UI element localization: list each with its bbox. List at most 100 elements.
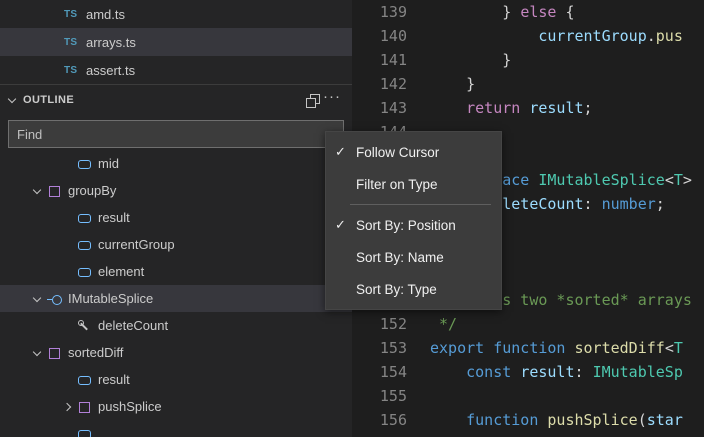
line-number: 155: [352, 384, 407, 408]
twisty-spacer: [58, 236, 76, 254]
collapse-all-button[interactable]: [302, 91, 322, 109]
outline-section-header[interactable]: OUTLINE ···: [0, 84, 352, 114]
outline-item-label: sortedDiff: [68, 345, 123, 360]
menu-item-label: Sort By: Position: [356, 218, 456, 233]
symbol-variable-icon: [76, 426, 92, 437]
twisty-spacer: [58, 209, 76, 227]
context-menu: ✓ Follow Cursor Filter on Type ✓ Sort By…: [325, 131, 502, 310]
outline-item-imutablesplice[interactable]: IMutableSplice: [0, 285, 352, 312]
outline-item-label: deleteCount: [98, 318, 168, 333]
symbol-method-icon: [76, 399, 92, 415]
code-text[interactable]: export function sortedDiff<T: [407, 336, 683, 360]
outline-item-label: currentGroup: [98, 237, 175, 252]
more-actions-button[interactable]: ···: [322, 91, 342, 109]
line-number: 153: [352, 336, 407, 360]
code-line[interactable]: 155: [352, 384, 704, 408]
code-text[interactable]: function pushSplice(star: [407, 408, 683, 432]
symbol-method-icon: [46, 345, 62, 361]
chevron-right-icon[interactable]: [58, 398, 76, 416]
menu-item-filter-on-type[interactable]: Filter on Type: [326, 168, 501, 200]
code-line[interactable]: 139 } else {: [352, 0, 704, 24]
code-text[interactable]: }: [407, 48, 511, 72]
outline-item-label: result: [98, 372, 130, 387]
code-line[interactable]: 141 }: [352, 48, 704, 72]
file-item-label: amd.ts: [86, 7, 125, 22]
chevron-down-icon[interactable]: [28, 344, 46, 362]
menu-item-sort-by-position[interactable]: ✓ Sort By: Position: [326, 209, 501, 241]
code-text[interactable]: return result;: [407, 96, 593, 120]
code-text[interactable]: */: [407, 312, 457, 336]
menu-item-label: Sort By: Name: [356, 250, 444, 265]
line-number: 141: [352, 48, 407, 72]
menu-item-sort-by-name[interactable]: Sort By: Name: [326, 241, 501, 273]
collapse-all-icon: [304, 92, 320, 108]
outline-tree: mid groupBy result currentGroup elem: [0, 150, 352, 437]
outline-item-label: groupBy: [68, 183, 116, 198]
ts-file-icon: TS: [64, 37, 86, 48]
ts-file-icon: TS: [64, 9, 86, 20]
outline-item-groupby[interactable]: groupBy: [0, 177, 352, 204]
code-line[interactable]: 153export function sortedDiff<T: [352, 336, 704, 360]
line-number: 139: [352, 0, 407, 24]
symbol-method-icon: [46, 183, 62, 199]
file-item-label: arrays.ts: [86, 35, 136, 50]
code-line[interactable]: 140 currentGroup.pus: [352, 24, 704, 48]
menu-item-follow-cursor[interactable]: ✓ Follow Cursor: [326, 136, 501, 168]
outline-item-currentgroup[interactable]: currentGroup: [0, 231, 352, 258]
outline-item-deletecount[interactable]: deleteCount: [0, 312, 352, 339]
symbol-variable-icon: [76, 372, 92, 388]
line-number: 143: [352, 96, 407, 120]
chevron-down-icon[interactable]: [28, 182, 46, 200]
code-text[interactable]: const result: IMutableSp: [407, 360, 683, 384]
line-number: 140: [352, 24, 407, 48]
outline-item-pushsplice[interactable]: pushSplice: [0, 393, 352, 420]
symbol-variable-icon: [76, 156, 92, 172]
outline-item-label: IMutableSplice: [68, 291, 153, 306]
code-text[interactable]: } else {: [407, 0, 575, 24]
file-item-arrays-ts[interactable]: TS arrays.ts: [0, 28, 352, 56]
ts-file-icon: TS: [64, 65, 86, 76]
code-text[interactable]: }: [407, 72, 475, 96]
tree-find-widget: [8, 120, 344, 148]
code-text[interactable]: currentGroup.pus: [407, 24, 683, 48]
twisty-spacer: [58, 371, 76, 389]
outline-item-result[interactable]: result: [0, 204, 352, 231]
menu-item-sort-by-type[interactable]: Sort By: Type: [326, 273, 501, 305]
outline-item-result-2[interactable]: result: [0, 366, 352, 393]
find-input[interactable]: [8, 120, 344, 148]
symbol-interface-icon: [46, 291, 62, 307]
outline-item-label: mid: [98, 156, 119, 171]
file-item-assert-ts[interactable]: TS assert.ts: [0, 56, 352, 84]
outline-item-sorteddiff[interactable]: sortedDiff: [0, 339, 352, 366]
twisty-spacer: [58, 155, 76, 173]
chevron-down-icon[interactable]: [28, 290, 46, 308]
menu-separator: [350, 204, 491, 205]
outline-item-label: result: [98, 210, 130, 225]
outline-item-label: element: [98, 264, 144, 279]
code-line[interactable]: 143 return result;: [352, 96, 704, 120]
outline-item-element[interactable]: element: [0, 258, 352, 285]
ellipsis-icon: ···: [323, 92, 341, 102]
line-number: 152: [352, 312, 407, 336]
line-number: 154: [352, 360, 407, 384]
code-line[interactable]: 154 const result: IMutableSp: [352, 360, 704, 384]
menu-item-label: Sort By: Type: [356, 282, 437, 297]
line-number: 142: [352, 72, 407, 96]
check-icon: ✓: [335, 217, 346, 233]
twisty-spacer: [58, 425, 76, 437]
chevron-down-icon: [8, 94, 16, 102]
outline-item-mid[interactable]: mid: [0, 150, 352, 177]
symbol-property-icon: [76, 318, 92, 334]
symbol-variable-icon: [76, 237, 92, 253]
symbol-variable-icon: [76, 264, 92, 280]
code-line[interactable]: 152 */: [352, 312, 704, 336]
menu-item-label: Filter on Type: [356, 177, 438, 192]
line-number: 156: [352, 408, 407, 432]
twisty-spacer: [58, 317, 76, 335]
outline-item-partial[interactable]: [0, 420, 352, 437]
file-item-label: assert.ts: [86, 63, 135, 78]
code-line[interactable]: 156 function pushSplice(star: [352, 408, 704, 432]
code-text[interactable]: [407, 384, 430, 408]
file-item-amd-ts[interactable]: TS amd.ts: [0, 0, 352, 28]
code-line[interactable]: 142 }: [352, 72, 704, 96]
